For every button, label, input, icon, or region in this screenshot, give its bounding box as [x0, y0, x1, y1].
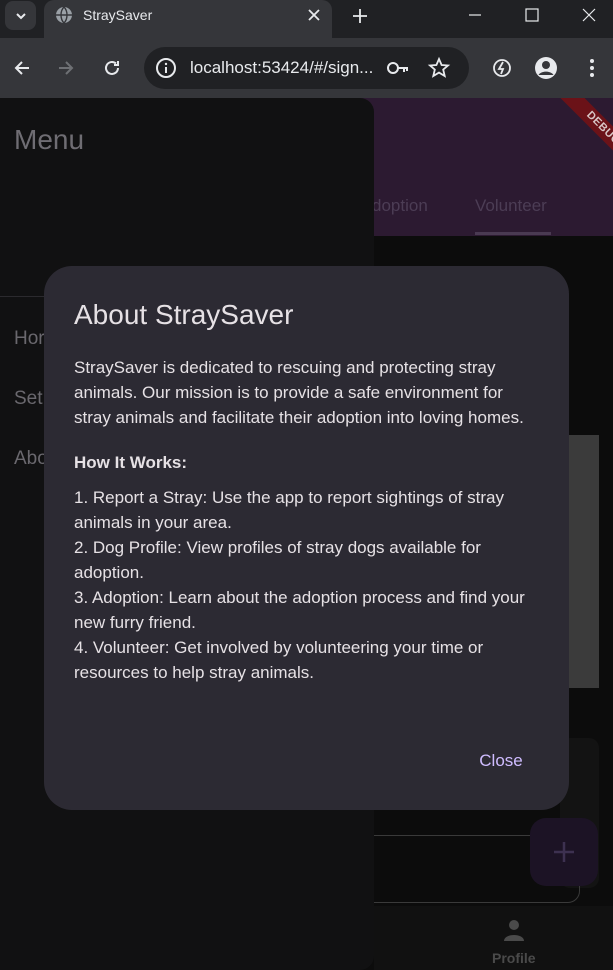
- plus-icon: [353, 9, 367, 23]
- close-window-icon: [582, 8, 596, 22]
- how-it-works-heading: How It Works:: [74, 453, 188, 472]
- chevron-down-icon: [15, 12, 26, 19]
- forward-arrow-icon: [59, 61, 74, 75]
- step-item: 3. Adoption: Learn about the adoption pr…: [74, 588, 525, 632]
- tab-title: StraySaver: [83, 7, 153, 23]
- star-icon[interactable]: [427, 56, 451, 80]
- about-dialog: About StraySaver StraySaver is dedicated…: [44, 266, 569, 810]
- back-arrow-icon: [14, 61, 29, 75]
- maximize-icon: [525, 8, 539, 22]
- minimize-button[interactable]: [447, 0, 503, 30]
- drawer-item-settings[interactable]: Set: [14, 388, 43, 410]
- site-info-icon[interactable]: [155, 57, 177, 79]
- app-viewport: doption Volunteer DEBUG Profile Menu Hor…: [0, 98, 613, 970]
- close-icon: [308, 9, 320, 21]
- address-bar[interactable]: localhost:53424/#/sign...: [144, 47, 469, 89]
- new-tab-button[interactable]: [346, 2, 374, 30]
- browser-toolbar: localhost:53424/#/sign...: [0, 38, 613, 98]
- add-fab-button[interactable]: [530, 818, 598, 886]
- tab-close-button[interactable]: [303, 4, 325, 26]
- back-button[interactable]: [7, 53, 37, 83]
- profile-icon: [535, 57, 557, 79]
- drawer-title: Menu: [14, 124, 85, 155]
- close-window-button[interactable]: [561, 0, 613, 30]
- maximize-button[interactable]: [504, 0, 560, 30]
- step-item: 2. Dog Profile: View profiles of stray d…: [74, 538, 481, 582]
- globe-icon: [56, 6, 72, 24]
- reload-button[interactable]: [97, 53, 127, 83]
- tab-indicator: [475, 232, 551, 235]
- close-button[interactable]: Close: [464, 746, 538, 776]
- tab-adoption[interactable]: doption: [372, 196, 428, 216]
- person-icon[interactable]: [502, 918, 526, 942]
- tab-volunteer[interactable]: Volunteer: [475, 196, 547, 216]
- drawer-item-about[interactable]: Abo: [14, 448, 48, 470]
- browser-tabstrip: StraySaver: [0, 0, 613, 38]
- browser-tab[interactable]: StraySaver: [44, 0, 332, 38]
- forward-button[interactable]: [51, 53, 81, 83]
- dialog-title: About StraySaver: [74, 299, 294, 330]
- step-item: 4. Volunteer: Get involved by volunteeri…: [74, 638, 484, 682]
- tab-search-button[interactable]: [5, 1, 36, 30]
- browser-menu-button[interactable]: [577, 53, 607, 83]
- reload-icon: [105, 60, 119, 75]
- profile-button[interactable]: [531, 53, 561, 83]
- extension-icon: [493, 59, 511, 77]
- extensions-button[interactable]: [487, 53, 517, 83]
- step-item: 1. Report a Stray: Use the app to report…: [74, 488, 504, 532]
- minimize-icon: [469, 14, 481, 16]
- kebab-menu-icon: [590, 59, 594, 77]
- dialog-body: StraySaver is dedicated to rescuing and …: [74, 355, 544, 685]
- dialog-intro: StraySaver is dedicated to rescuing and …: [74, 358, 524, 427]
- drawer-item-home[interactable]: Hor: [14, 328, 45, 350]
- key-icon[interactable]: [386, 57, 410, 79]
- nav-profile-label[interactable]: Profile: [492, 950, 536, 966]
- url-text: localhost:53424/#/sign...: [190, 58, 374, 77]
- plus-icon: [554, 842, 574, 862]
